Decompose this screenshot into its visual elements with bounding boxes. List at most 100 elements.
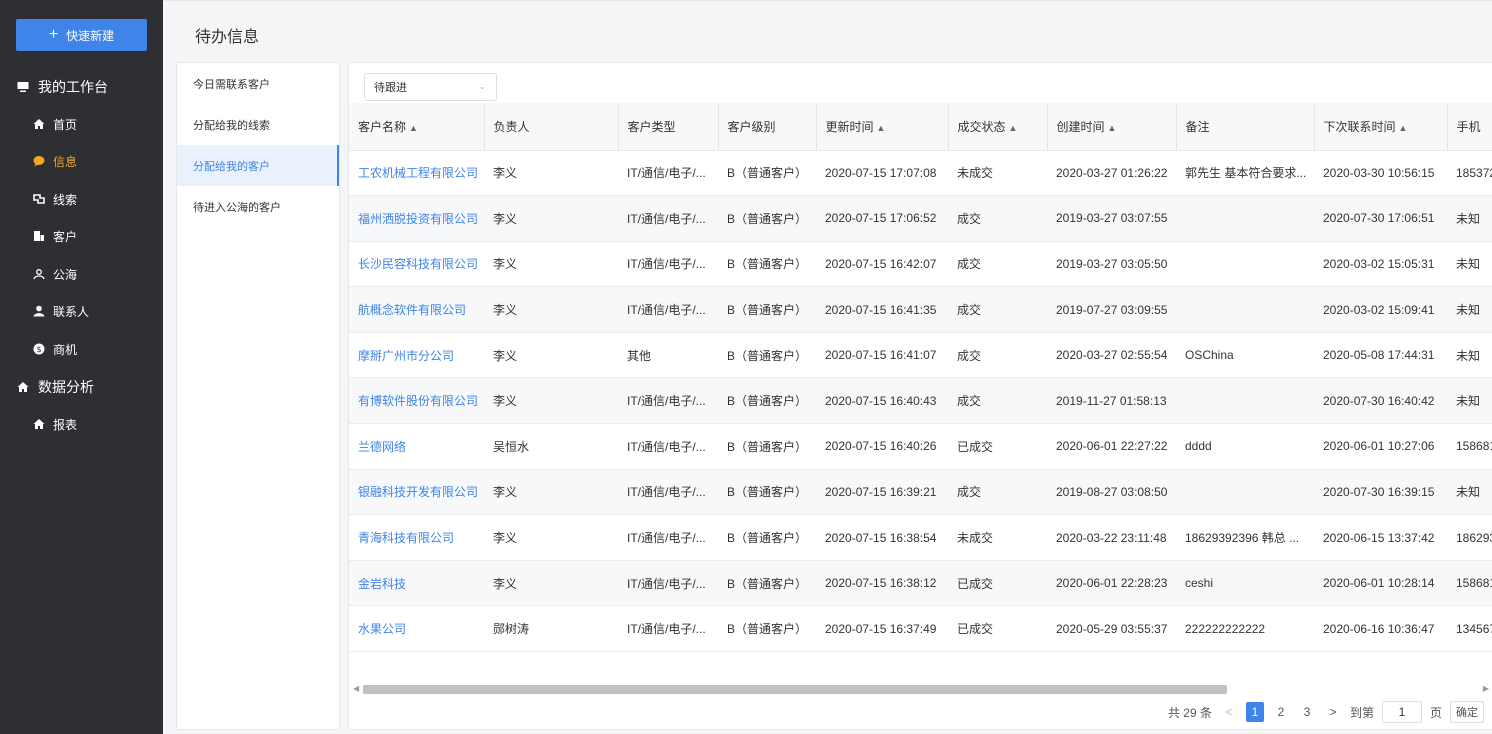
customer-name-link[interactable]: 青海科技有限公司 — [349, 514, 484, 561]
sidebar-item-customer[interactable]: 客户 — [0, 221, 163, 251]
prev-page-button[interactable]: < — [1220, 702, 1238, 722]
category-today-contact[interactable]: 今日需联系客户 — [177, 63, 339, 104]
sort-icon[interactable]: ▲︎ — [1108, 123, 1117, 133]
table-cell — [1176, 195, 1314, 242]
table-cell: 其他 — [618, 332, 718, 379]
table-cell: 2020-07-15 17:06:52 — [816, 195, 948, 242]
sidebar-item-label: 报表 — [53, 417, 78, 432]
column-header-label: 客户级别 — [727, 119, 776, 134]
category-assigned-clues[interactable]: 分配给我的线索 — [177, 104, 339, 145]
page-header: 待办信息 — [163, 0, 1492, 62]
table-cell: 成交 — [948, 286, 1047, 333]
table-row[interactable]: 银融科技开发有限公司 李义 IT/通信/电子/... B（普通客户） 2020-07-1… — [349, 469, 1492, 516]
table-cell: 已成交 — [948, 560, 1047, 607]
table-row[interactable]: 摩掰广州市分公司 李义 其他 B（普通客户） 2020-07-15 16:41:07 成交… — [349, 332, 1492, 379]
table-cell: 2020-07-15 16:42:07 — [816, 241, 948, 288]
customer-name-link[interactable]: 水果公司 — [349, 605, 484, 653]
sidebar-item-report[interactable]: 报表 — [0, 409, 163, 439]
goto-page-input[interactable]: 1 — [1381, 701, 1422, 723]
status-filter-value: 待跟进 — [374, 82, 407, 94]
page-button[interactable]: 1 — [1245, 702, 1264, 722]
table-cell: 郭先生 基本符合要求... — [1176, 150, 1314, 197]
table-cell: 2020-06-01 10:28:14 — [1314, 560, 1447, 607]
status-filter-select[interactable]: 待跟进 ⌄ — [364, 73, 497, 101]
table-cell: 未知 — [1447, 332, 1492, 379]
customer-name-link[interactable]: 摩掰广州市分公司 — [349, 332, 484, 379]
sidebar-item-label: 客户 — [53, 229, 78, 244]
category-assigned-customers[interactable]: 分配给我的客户 — [177, 145, 339, 186]
home-icon — [16, 380, 30, 394]
table-cell: 186293 — [1447, 514, 1492, 561]
menu-group-workbench[interactable]: 我的工作台 — [0, 70, 163, 104]
table-cell: IT/通信/电子/... — [618, 150, 718, 197]
table-row[interactable]: 福州洒脱投资有限公司 李义 IT/通信/电子/... B（普通客户） 2020-07-1… — [349, 195, 1492, 242]
customer-name-link[interactable]: 福州洒脱投资有限公司 — [349, 195, 484, 242]
sidebar-item-opportunity[interactable]: $ 商机 — [0, 334, 163, 364]
table-row[interactable]: 兰德网络 吴恒水 IT/通信/电子/... B（普通客户） 2020-07-15 16:… — [349, 423, 1492, 470]
plus-icon: + — [48, 26, 59, 43]
table-cell: 李义 — [484, 195, 618, 242]
scrollbar-thumb[interactable] — [363, 685, 1227, 694]
table-row[interactable]: 有博软件股份有限公司 李义 IT/通信/电子/... B（普通客户） 2020-07-1… — [349, 377, 1492, 425]
sort-icon[interactable]: ▲︎ — [1399, 123, 1408, 133]
column-header[interactable]: 客户名称 ▲︎ — [349, 103, 485, 151]
table-cell: B（普通客户） — [718, 469, 816, 516]
table-cell: 成交 — [948, 195, 1047, 242]
table-row[interactable]: 水果公司 郧树涛 IT/通信/电子/... B（普通客户） 2020-07-15 16:… — [349, 605, 1492, 653]
table-row[interactable]: 金岩科技 李义 IT/通信/电子/... B（普通客户） 2020-07-15 16:3… — [349, 560, 1492, 607]
table-cell: 18629392396 韩总 ... — [1176, 514, 1314, 561]
table-cell — [1176, 469, 1314, 516]
column-header[interactable]: 下次联系时间 ▲︎ — [1314, 103, 1448, 151]
customer-name-link[interactable]: 兰德网络 — [349, 423, 484, 470]
table-cell: dddd — [1176, 423, 1314, 470]
column-header[interactable]: 创建时间 ▲︎ — [1047, 103, 1177, 151]
table-row[interactable]: 航概念软件有限公司 李义 IT/通信/电子/... B（普通客户） 2020-07-15… — [349, 286, 1492, 333]
table-cell — [1176, 377, 1314, 425]
table-cell: 2020-07-15 16:38:54 — [816, 514, 948, 561]
column-header[interactable]: 更新时间 ▲︎ — [816, 103, 949, 151]
customer-name-link[interactable]: 银融科技开发有限公司 — [349, 469, 484, 516]
home-icon — [32, 118, 45, 131]
page-button[interactable]: 2 — [1272, 702, 1290, 722]
customer-name-link[interactable]: 金岩科技 — [349, 560, 484, 607]
scroll-left-icon[interactable]: ◀ — [353, 684, 359, 693]
table-cell: 李义 — [484, 514, 618, 561]
sort-icon[interactable]: ▲︎ — [409, 123, 418, 133]
scroll-right-icon[interactable]: ▶ — [1483, 684, 1489, 693]
table-cell: 2020-05-29 03:55:37 — [1047, 605, 1176, 653]
sidebar: + 快速新建 我的工作台 首页 信息 线索 客户 公海 联系人 $ 商机 数据分… — [0, 0, 163, 734]
todo-category-list: 今日需联系客户 分配给我的线索 分配给我的客户 待进入公海的客户 — [176, 62, 340, 730]
table-row[interactable]: 工农机械工程有限公司 李义 IT/通信/电子/... B（普通客户） 2020-07-1… — [349, 150, 1492, 197]
page-button[interactable]: 3 — [1298, 702, 1316, 722]
quick-new-button[interactable]: + 快速新建 — [16, 19, 147, 51]
sidebar-item-message[interactable]: 信息 — [0, 146, 163, 176]
table-cell: 2020-07-15 16:41:35 — [816, 286, 948, 333]
total-count: 共 29 条 — [1167, 705, 1212, 720]
sidebar-item-pool[interactable]: 公海 — [0, 259, 163, 289]
sort-icon[interactable]: ▲︎ — [877, 123, 886, 133]
table-row[interactable]: 长沙民容科技有限公司 李义 IT/通信/电子/... B（普通客户） 2020-07-1… — [349, 241, 1492, 288]
category-to-pool-customers[interactable]: 待进入公海的客户 — [177, 186, 339, 227]
sidebar-item-label: 商机 — [53, 342, 78, 357]
table-cell: 2020-03-02 15:09:41 — [1314, 286, 1447, 333]
goto-confirm-button[interactable]: 确定 — [1450, 701, 1484, 723]
horizontal-scrollbar[interactable]: ◀ ▶ — [349, 683, 1492, 695]
table-cell: 2020-06-01 22:28:23 — [1047, 560, 1176, 607]
customer-name-link[interactable]: 有博软件股份有限公司 — [349, 377, 484, 425]
table-cell: 2019-11-27 01:58:13 — [1047, 377, 1176, 425]
sidebar-item-contact[interactable]: 联系人 — [0, 296, 163, 326]
next-page-button[interactable]: > — [1324, 702, 1342, 722]
customer-name-link[interactable]: 工农机械工程有限公司 — [349, 150, 484, 197]
customer-name-link[interactable]: 长沙民容科技有限公司 — [349, 241, 484, 288]
table-row[interactable]: 青海科技有限公司 李义 IT/通信/电子/... B（普通客户） 2020-07-15 … — [349, 514, 1492, 561]
sidebar-item-home[interactable]: 首页 — [0, 109, 163, 139]
column-header[interactable]: 成交状态 ▲︎ — [948, 103, 1048, 151]
table-cell: IT/通信/电子/... — [618, 195, 718, 242]
menu-group-analytics[interactable]: 数据分析 — [0, 370, 163, 404]
svg-text:$: $ — [36, 345, 41, 354]
customer-name-link[interactable]: 航概念软件有限公司 — [349, 286, 484, 333]
table-cell: 2020-07-30 17:06:51 — [1314, 195, 1447, 242]
table-cell: 2020-06-16 10:36:47 — [1314, 605, 1447, 653]
sidebar-item-clue[interactable]: 线索 — [0, 184, 163, 214]
sort-icon[interactable]: ▲︎ — [1009, 123, 1018, 133]
